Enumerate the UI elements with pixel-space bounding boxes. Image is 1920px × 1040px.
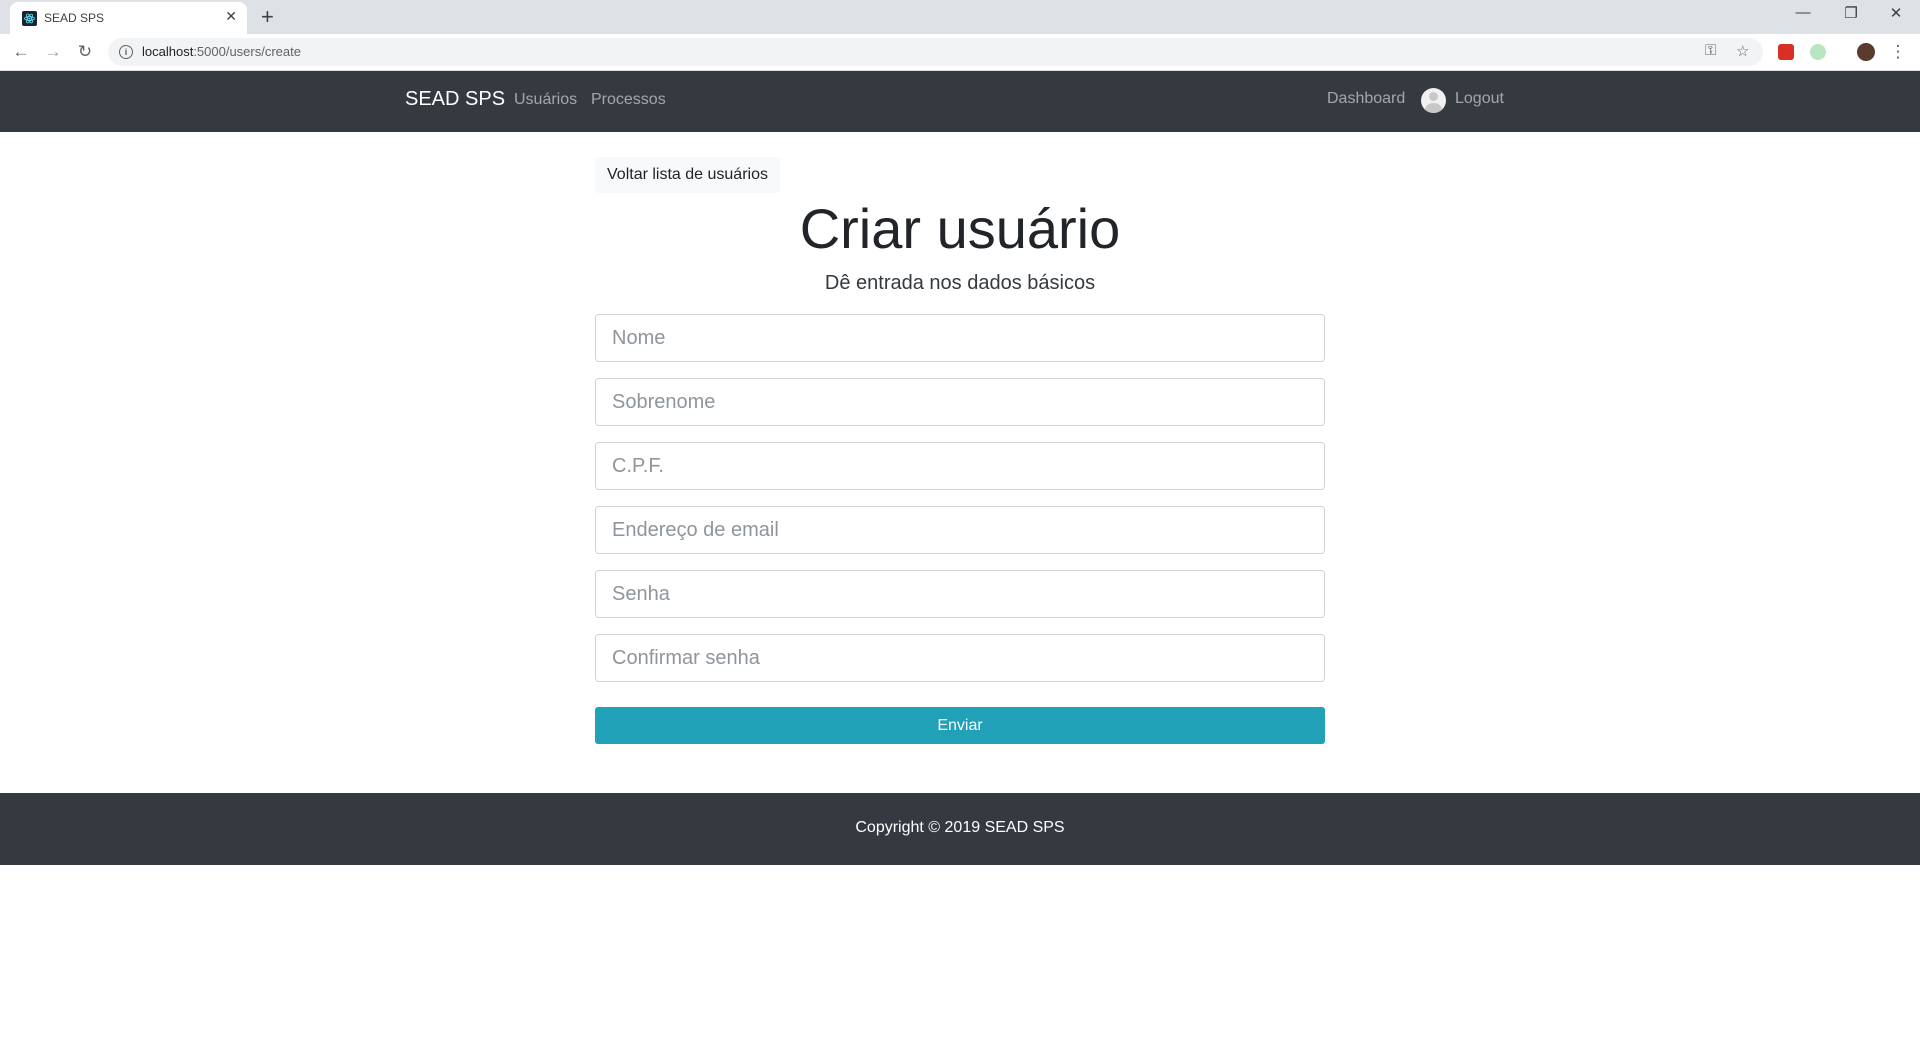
forward-arrow-icon[interactable]: → — [41, 40, 65, 64]
cpf-input[interactable] — [595, 442, 1325, 490]
page-footer: Copyright © 2019 SEAD SPS — [0, 793, 1920, 865]
nav-link-processos[interactable]: Processos — [591, 91, 666, 109]
browser-tab[interactable]: SEAD SPS ✕ — [10, 2, 247, 34]
url-text[interactable]: localhost:5000/users/create — [142, 44, 301, 59]
first-name-input[interactable] — [595, 314, 1325, 362]
password-input[interactable] — [595, 570, 1325, 618]
extension-green-icon[interactable] — [1810, 44, 1826, 60]
browser-tabstrip: SEAD SPS ✕ + — ❐ ✕ — [0, 0, 1920, 34]
key-icon[interactable]: ⚿ — [1705, 42, 1716, 59]
profile-avatar-icon[interactable] — [1857, 43, 1875, 61]
extension-red-icon[interactable] — [1778, 44, 1794, 60]
last-name-input[interactable] — [595, 378, 1325, 426]
close-window-icon[interactable]: ✕ — [1876, 4, 1916, 22]
submit-button[interactable]: Enviar — [595, 707, 1325, 744]
back-arrow-icon[interactable]: ← — [9, 40, 33, 64]
minimize-icon[interactable]: — — [1783, 4, 1823, 21]
confirm-password-input[interactable] — [595, 634, 1325, 682]
restore-icon[interactable]: ❐ — [1831, 4, 1871, 22]
nav-link-usuarios[interactable]: Usuários — [514, 91, 577, 109]
page-subtitle: Dê entrada nos dados básicos — [824, 272, 1096, 294]
back-to-users-button[interactable]: Voltar lista de usuários — [595, 157, 780, 193]
page-title: Criar usuário — [799, 197, 1121, 260]
menu-kebab-icon[interactable]: ⋮ — [1886, 40, 1910, 64]
app-navbar: SEAD SPS Usuários Processos Dashboard Lo… — [0, 71, 1920, 132]
email-input[interactable] — [595, 506, 1325, 554]
browser-toolbar: ← → ↻ i localhost:5000/users/create ⚿ ☆ … — [0, 34, 1920, 71]
new-tab-icon[interactable]: + — [261, 4, 274, 30]
reload-icon[interactable]: ↻ — [73, 40, 97, 64]
info-icon[interactable]: i — [119, 45, 133, 59]
nav-link-dashboard[interactable]: Dashboard — [1327, 90, 1405, 108]
brand-link[interactable]: SEAD SPS — [405, 88, 505, 111]
tab-title: SEAD SPS — [44, 11, 105, 25]
address-bar[interactable]: i localhost:5000/users/create ⚿ ☆ — [108, 38, 1763, 66]
react-favicon-icon — [22, 11, 37, 26]
copyright-text: Copyright © 2019 SEAD SPS — [855, 819, 1065, 836]
tab-close-icon[interactable]: ✕ — [225, 8, 237, 25]
star-icon[interactable]: ☆ — [1736, 42, 1749, 60]
user-avatar-icon — [1421, 88, 1446, 113]
nav-link-logout[interactable]: Logout — [1455, 90, 1504, 108]
